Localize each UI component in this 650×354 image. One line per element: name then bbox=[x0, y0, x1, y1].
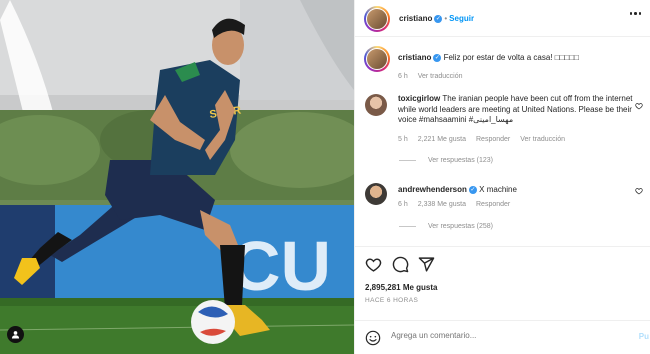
comment-likes[interactable]: 2,221 Me gusta bbox=[418, 136, 466, 143]
verified-badge-icon: ✓ bbox=[434, 14, 443, 23]
training-photo-illustration: CU SAGR bbox=[0, 0, 354, 354]
comment-text: andrewhenderson ✓ X machine bbox=[398, 185, 633, 196]
post-actions bbox=[355, 246, 650, 282]
view-replies-button[interactable]: Ver respuestas (123) bbox=[399, 157, 493, 164]
comment-text: toxicgirlow The iranian people have been… bbox=[398, 94, 633, 126]
caption-meta: 6 h Ver traducción bbox=[398, 73, 462, 80]
tagged-users-button[interactable] bbox=[7, 326, 24, 343]
separator-dot: • bbox=[444, 14, 448, 23]
follow-button[interactable]: Seguir bbox=[449, 14, 474, 23]
board-text: CU bbox=[230, 227, 331, 305]
comment-meta: 5 h 2,221 Me gusta Responder Ver traducc… bbox=[398, 136, 565, 143]
reply-button[interactable]: Responder bbox=[476, 201, 510, 208]
replies-divider bbox=[399, 160, 416, 161]
verified-badge-icon: ✓ bbox=[433, 53, 442, 62]
view-replies-label: Ver respuestas (123) bbox=[428, 157, 493, 164]
post-photo[interactable]: CU SAGR bbox=[0, 0, 354, 354]
verified-badge-icon: ✓ bbox=[468, 185, 477, 194]
replies-divider bbox=[399, 226, 416, 227]
comment-time[interactable]: 5 h bbox=[398, 136, 408, 143]
heart-icon[interactable] bbox=[635, 187, 643, 195]
caption-body: Feliz por estar de volta a casa! □□□□□ bbox=[443, 53, 579, 62]
post-header: cristiano ✓ • Seguir bbox=[355, 0, 650, 37]
comments-list: cristiano ✓ Feliz por estar de volta a ca… bbox=[355, 38, 650, 246]
comment-bubble-icon[interactable] bbox=[392, 256, 409, 273]
author-avatar[interactable] bbox=[364, 6, 390, 32]
likes-count[interactable]: 2,895,281 Me gusta bbox=[365, 283, 437, 292]
caption-avatar[interactable] bbox=[364, 46, 390, 72]
author-username[interactable]: cristiano bbox=[399, 14, 432, 23]
translate-link[interactable]: Ver traducción bbox=[520, 136, 565, 143]
caption-username[interactable]: cristiano bbox=[398, 53, 431, 62]
heart-icon[interactable] bbox=[365, 256, 382, 273]
user-silhouette-icon bbox=[11, 331, 20, 339]
post-time-ago[interactable]: HACE 6 HORAS bbox=[365, 297, 418, 304]
more-options-icon[interactable] bbox=[629, 12, 641, 15]
comment-likes[interactable]: 2,338 Me gusta bbox=[418, 201, 466, 208]
comment-body: X machine bbox=[479, 185, 517, 194]
caption-time[interactable]: 6 h bbox=[398, 73, 408, 80]
commenter-avatar[interactable] bbox=[365, 94, 387, 116]
heart-icon[interactable] bbox=[635, 102, 643, 110]
reply-button[interactable]: Responder bbox=[476, 136, 510, 143]
comment-time[interactable]: 6 h bbox=[398, 201, 408, 208]
football bbox=[191, 300, 235, 344]
caption-translate-link[interactable]: Ver traducción bbox=[418, 73, 463, 80]
view-replies-button[interactable]: Ver respuestas (258) bbox=[399, 223, 493, 230]
post-comment-button[interactable]: Pu bbox=[639, 332, 649, 341]
comment-meta: 6 h 2,338 Me gusta Responder bbox=[398, 201, 510, 208]
comment-composer: Pu bbox=[355, 320, 650, 354]
emoji-smile-icon[interactable] bbox=[365, 330, 381, 346]
view-replies-label: Ver respuestas (258) bbox=[428, 223, 493, 230]
paper-plane-icon[interactable] bbox=[418, 256, 435, 273]
comment-username[interactable]: toxicgirlow bbox=[398, 94, 440, 103]
commenter-avatar[interactable] bbox=[365, 183, 387, 205]
comments-panel: cristiano ✓ • Seguir cristiano ✓ Feliz po… bbox=[354, 0, 650, 354]
comment-input[interactable] bbox=[391, 331, 591, 340]
comment-username[interactable]: andrewhenderson bbox=[398, 185, 467, 194]
caption-text: cristiano ✓ Feliz por estar de volta a ca… bbox=[398, 53, 633, 64]
